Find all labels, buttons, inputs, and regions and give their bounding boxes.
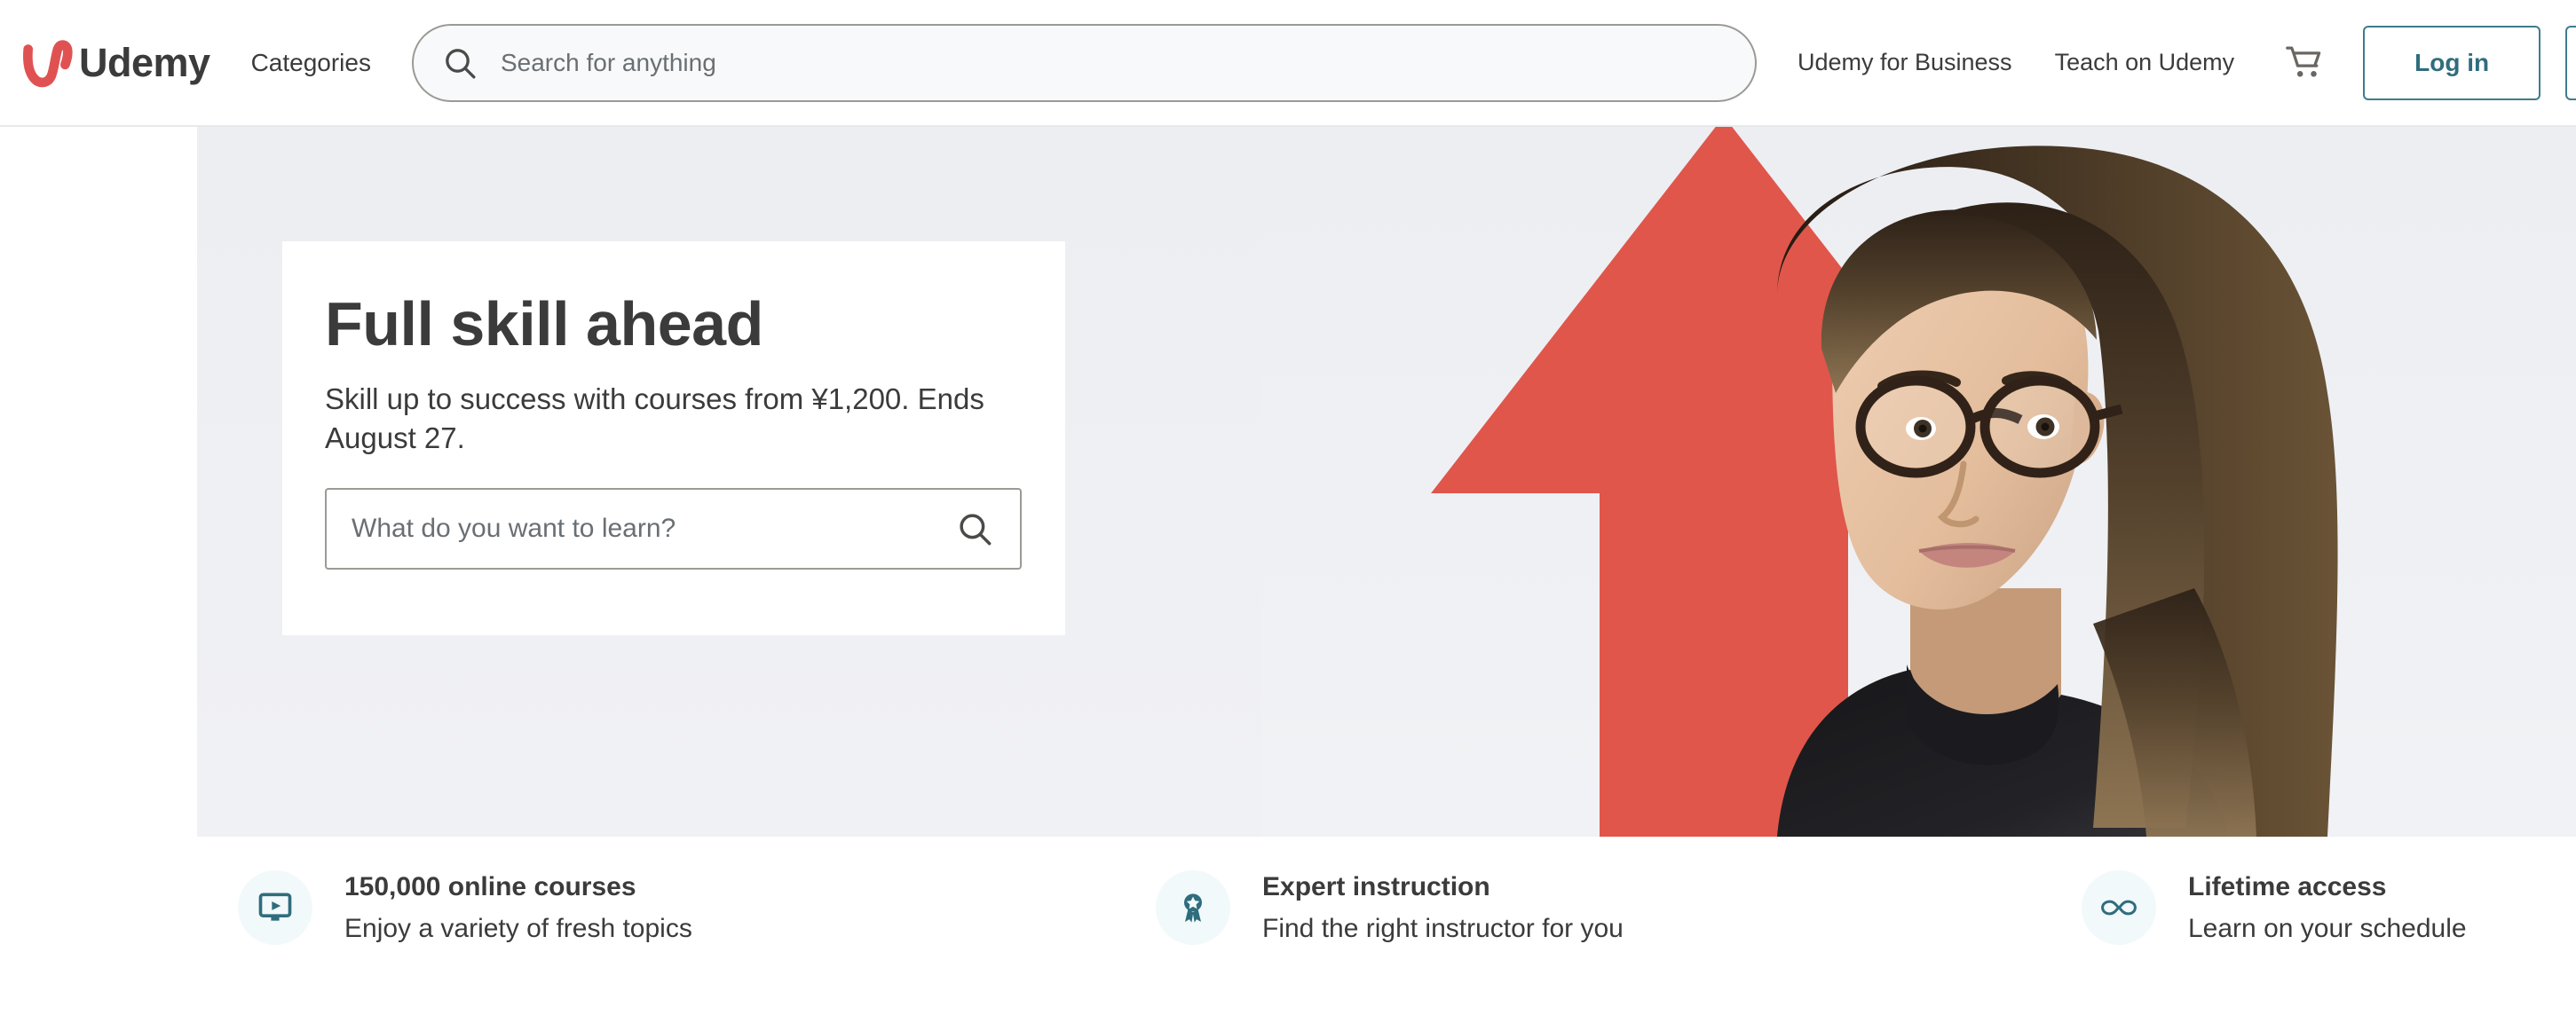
site-header: Udemy Categories Search for anything Ude… <box>0 0 2576 127</box>
shopping-cart-button[interactable] <box>2283 43 2324 83</box>
shopping-cart-icon <box>2286 46 2321 77</box>
feature-description: Find the right instructor for you <box>1262 913 1624 943</box>
nav-categories[interactable]: Categories <box>251 49 371 77</box>
udemy-logo-icon <box>23 39 73 87</box>
nav-link-teach-on-udemy[interactable]: Teach on Udemy <box>2055 49 2235 76</box>
udemy-wordmark: Udemy <box>79 40 210 85</box>
header-nav-right: Udemy for Business Teach on Udemy Log in <box>1798 25 2576 100</box>
hero-banner: Full skill ahead Skill up to success wit… <box>197 127 2576 837</box>
hero-search-input[interactable]: What do you want to learn? <box>325 488 1022 570</box>
person-photo <box>1777 146 2338 837</box>
hero-photo <box>1262 127 2576 837</box>
feature-title: Lifetime access <box>2188 872 2387 901</box>
feature-text: 150,000 online courses Enjoy a variety o… <box>344 870 692 945</box>
hero-title: Full skill ahead <box>325 289 763 358</box>
feature-highlights: 150,000 online courses Enjoy a variety o… <box>0 837 2576 1015</box>
feature-text: Lifetime access Learn on your schedule <box>2188 870 2467 945</box>
feature-description: Enjoy a variety of fresh topics <box>344 913 692 943</box>
feature-icon-circle <box>2082 870 2156 945</box>
nav-link-udemy-for-business[interactable]: Udemy for Business <box>1798 49 2012 76</box>
search-icon <box>446 48 476 79</box>
feature-icon-circle <box>238 870 312 945</box>
search-icon <box>960 514 992 546</box>
hero-search-placeholder: What do you want to learn? <box>352 514 676 544</box>
feature-title: 150,000 online courses <box>344 872 636 901</box>
header-search-placeholder: Search for anything <box>500 48 716 76</box>
feature-item-expert-instruction: Expert instruction Find the right instru… <box>1156 870 1624 945</box>
hero-subtitle: Skill up to success with courses from ¥1… <box>325 382 984 455</box>
udemy-logo-link[interactable]: Udemy <box>20 35 210 90</box>
feature-icon-circle <box>1156 870 1230 945</box>
award-ribbon-icon <box>1184 893 1202 923</box>
feature-text: Expert instruction Find the right instru… <box>1262 870 1624 945</box>
sign-up-button[interactable] <box>2565 25 2576 100</box>
feature-description: Learn on your schedule <box>2188 913 2467 943</box>
feature-title: Expert instruction <box>1262 872 1490 901</box>
hero-promo-card: Full skill ahead Skill up to success wit… <box>282 241 1065 635</box>
header-search-input[interactable]: Search for anything <box>411 23 1757 102</box>
log-in-button[interactable]: Log in <box>2363 25 2541 100</box>
feature-item-online-courses: 150,000 online courses Enjoy a variety o… <box>238 870 692 945</box>
feature-item-lifetime-access: Lifetime access Learn on your schedule <box>2082 870 2467 945</box>
monitor-play-icon <box>258 893 292 921</box>
infinity-icon <box>2101 900 2137 916</box>
